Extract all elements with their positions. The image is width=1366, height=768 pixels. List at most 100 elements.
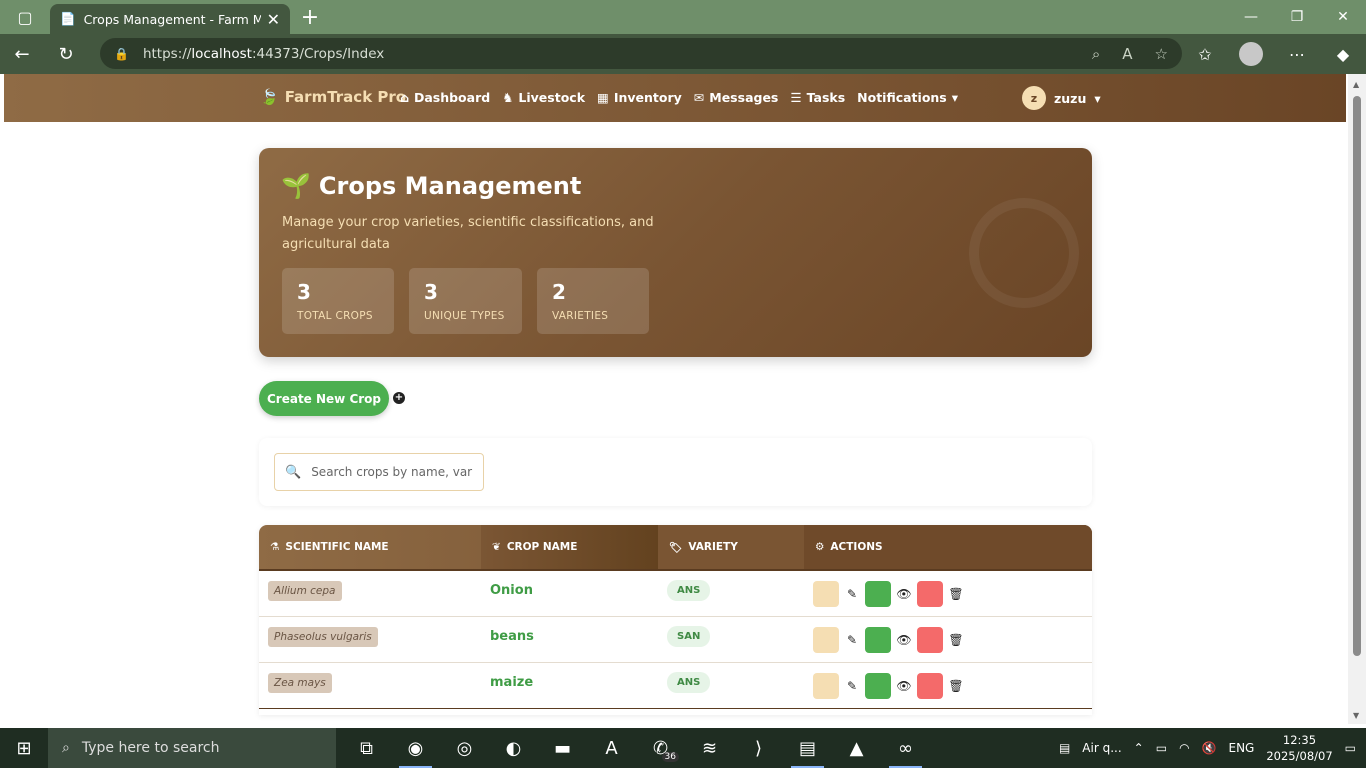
- taskbar-apps: ⧉ ◉ ◎ ◐ ▬ A ✆ 36 ≋ ⟩ ▤ ▲ ∞: [342, 728, 930, 768]
- stat-value: 3: [297, 280, 311, 304]
- whatsapp-icon[interactable]: ✆ 36: [636, 728, 685, 768]
- minimize-button[interactable]: —: [1228, 0, 1274, 34]
- menu-item-dashboard[interactable]: ⌂ Dashboard: [400, 90, 490, 105]
- menu-item-messages[interactable]: ✉ Messages: [694, 90, 779, 105]
- weather-text[interactable]: Air q...: [1082, 741, 1121, 755]
- chrome-icon[interactable]: ◎: [440, 728, 489, 768]
- menu-item-inventory[interactable]: ▦ Inventory: [597, 90, 682, 105]
- scroll-down-icon[interactable]: ▼: [1353, 711, 1359, 720]
- eye-icon[interactable]: 👁: [896, 633, 912, 647]
- edit-button[interactable]: [813, 672, 839, 699]
- ssms-icon[interactable]: ▤: [783, 728, 832, 768]
- more-menu-icon[interactable]: ⋯: [1274, 45, 1320, 64]
- seedling-icon: 🌱: [281, 172, 311, 200]
- refresh-button[interactable]: ↻: [44, 34, 88, 74]
- favorites-icon[interactable]: ✩: [1182, 45, 1228, 64]
- trash-icon[interactable]: 🗑: [948, 633, 964, 647]
- edit-button[interactable]: [813, 580, 839, 607]
- table-header: ⚗ SCIENTIFIC NAME ❦ CROP NAME 🏷 VARIETY ⚙ AC…: [259, 525, 1092, 571]
- volume-muted-icon[interactable]: 🔇: [1202, 741, 1217, 755]
- brand-link[interactable]: 🍃 FarmTrack Pro: [260, 88, 406, 106]
- flask-icon: ⚗: [270, 541, 280, 553]
- table-row: Zea mays maize ANS ✎ 👁 🗑: [259, 663, 1092, 709]
- wifi-icon[interactable]: ◠: [1179, 741, 1189, 755]
- stats-row: 3 TOTAL CROPS 3 UNIQUE TYPES 2 VARIETIES: [282, 268, 649, 334]
- trash-icon[interactable]: 🗑: [948, 679, 964, 693]
- lock-icon[interactable]: 🔒: [114, 47, 129, 61]
- visual-studio-icon[interactable]: ∞: [881, 728, 930, 768]
- eye-icon[interactable]: 👁: [896, 587, 912, 601]
- details-button[interactable]: [865, 580, 891, 607]
- notifications-icon[interactable]: ▭: [1345, 741, 1356, 755]
- photos-icon[interactable]: ▲: [832, 728, 881, 768]
- restore-button[interactable]: ❐: [1274, 0, 1320, 34]
- edge-dev-icon[interactable]: ◉: [391, 728, 440, 768]
- deepseek-icon[interactable]: ≋: [685, 728, 734, 768]
- browser-tab[interactable]: 📄 Crops Management - Farm Mana ✕: [50, 4, 290, 34]
- edit-button[interactable]: [813, 626, 839, 653]
- search-box[interactable]: 🔍: [274, 453, 484, 491]
- zoom-icon[interactable]: ⌕: [1092, 45, 1100, 63]
- menu-item-livestock[interactable]: ♞ Livestock: [502, 90, 585, 105]
- delete-button[interactable]: [917, 672, 943, 699]
- user-avatar: z: [1022, 86, 1046, 110]
- page-scrollbar[interactable]: ▲ ▼: [1348, 74, 1366, 724]
- search-input[interactable]: [311, 465, 473, 479]
- address-bar[interactable]: 🔒 https://localhost:44373/Crops/Index ⌕ …: [100, 38, 1182, 69]
- browser-toolbar: ← ↻ 🔒 https://localhost:44373/Crops/Inde…: [0, 34, 1366, 74]
- autodesk-icon[interactable]: A: [587, 728, 636, 768]
- user-menu[interactable]: z zuzu ▾: [1022, 86, 1101, 110]
- column-label: CROP NAME: [506, 541, 578, 553]
- menu-item-notifications[interactable]: Notifications ▾: [857, 90, 958, 105]
- language-indicator[interactable]: ENG: [1229, 741, 1255, 755]
- scrollbar-thumb[interactable]: [1353, 96, 1361, 656]
- vscode-icon[interactable]: ⟩: [734, 728, 783, 768]
- copilot-icon[interactable]: ◆: [1320, 45, 1366, 64]
- close-tab-icon[interactable]: ✕: [267, 10, 280, 29]
- table-row: Phaseolus vulgaris beans SAN ✎ 👁 🗑: [259, 617, 1092, 663]
- back-button[interactable]: ←: [0, 34, 44, 74]
- battery-icon[interactable]: ▭: [1156, 741, 1167, 755]
- eye-icon[interactable]: 👁: [896, 679, 912, 693]
- task-view-icon[interactable]: ⧉: [342, 728, 391, 768]
- chevron-up-icon[interactable]: ⌃: [1134, 741, 1144, 755]
- edit-icon[interactable]: ✎: [844, 587, 860, 601]
- boxes-icon: ▦: [597, 90, 609, 105]
- page-title: 🌱 Crops Management: [281, 172, 581, 200]
- brand-name: FarmTrack Pro: [284, 88, 407, 106]
- delete-button[interactable]: [917, 626, 943, 653]
- menu-label: Tasks: [806, 90, 846, 105]
- cell-scientific: Zea mays: [259, 663, 481, 708]
- details-button[interactable]: [865, 626, 891, 653]
- edge-icon[interactable]: ◐: [489, 728, 538, 768]
- column-label: SCIENTIFIC NAME: [285, 541, 389, 553]
- delete-button[interactable]: [917, 580, 943, 607]
- weather-icon[interactable]: ▤: [1059, 741, 1070, 755]
- edit-icon[interactable]: ✎: [844, 633, 860, 647]
- col-crop-name[interactable]: ❦ CROP NAME: [481, 525, 658, 569]
- scroll-up-icon[interactable]: ▲: [1353, 80, 1359, 89]
- taskbar-search[interactable]: ⌕ Type here to search: [48, 728, 336, 768]
- tab-actions-icon[interactable]: ▢: [0, 0, 50, 34]
- favorite-star-icon[interactable]: ☆: [1155, 45, 1168, 63]
- page-title-text: Crops Management: [318, 172, 582, 200]
- details-button[interactable]: [865, 672, 891, 699]
- edit-icon[interactable]: ✎: [844, 679, 860, 693]
- stat-value: 2: [552, 280, 566, 304]
- caret-down-icon: ▾: [951, 90, 959, 105]
- scientific-name-badge: Allium cepa: [268, 580, 342, 601]
- profile-avatar[interactable]: [1239, 42, 1263, 66]
- taskbar: ⊞ ⌕ Type here to search ⧉ ◉ ◎ ◐ ▬ A ✆ 36 …: [0, 728, 1366, 768]
- close-window-button[interactable]: ✕: [1320, 0, 1366, 34]
- col-scientific-name[interactable]: ⚗ SCIENTIFIC NAME: [259, 525, 481, 569]
- menu-item-tasks[interactable]: ☰ Tasks: [790, 90, 845, 105]
- clock[interactable]: 12:35 2025/08/07: [1266, 732, 1332, 764]
- col-variety[interactable]: 🏷 VARIETY: [658, 525, 804, 569]
- create-new-crop-button[interactable]: Create New Crop: [259, 381, 389, 416]
- read-aloud-icon[interactable]: A: [1122, 45, 1132, 63]
- file-explorer-icon[interactable]: ▬: [538, 728, 587, 768]
- window-controls: — ❐ ✕: [1228, 0, 1366, 34]
- new-tab-button[interactable]: +: [290, 0, 330, 34]
- windows-start-icon[interactable]: ⊞: [0, 728, 48, 768]
- trash-icon[interactable]: 🗑: [948, 587, 964, 601]
